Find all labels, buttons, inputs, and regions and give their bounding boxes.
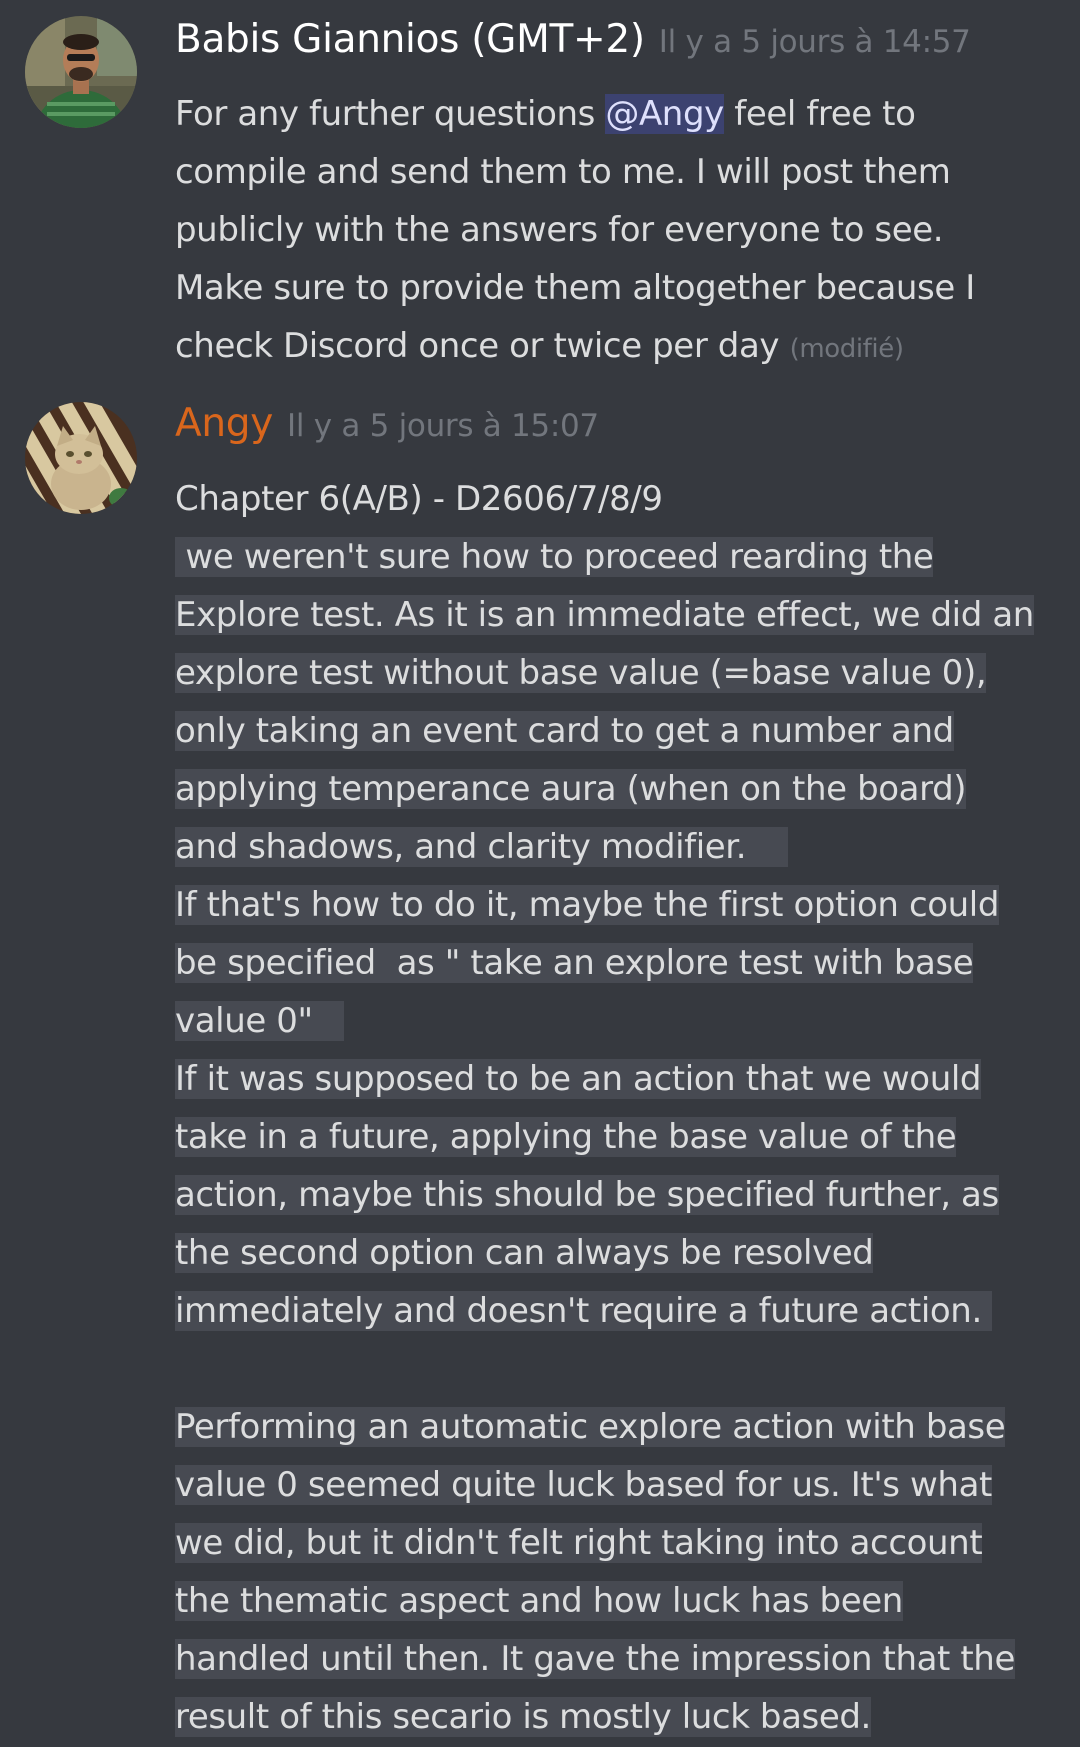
message-line: the thematic aspect and how luck has bee… xyxy=(175,1572,1055,1630)
timestamp[interactable]: Il y a 5 jours à 15:07 xyxy=(287,408,599,444)
message-line: Explore test. As it is an immediate effe… xyxy=(175,586,1055,644)
message-line: If it was supposed to be an action that … xyxy=(175,1050,1055,1108)
selected-text: If it was supposed to be an action that … xyxy=(175,1059,982,1099)
message-line: Performing an automatic explore action w… xyxy=(175,1398,1055,1456)
message-line: Make sure to provide them altogether bec… xyxy=(175,268,975,308)
selected-text: Explore test. As it is an immediate effe… xyxy=(175,595,1034,635)
message-header: Angy Il y a 5 jours à 15:07 xyxy=(175,401,599,446)
selected-text: the second option can always be resolved xyxy=(175,1233,874,1273)
selected-text: If that's how to do it, maybe the first … xyxy=(175,885,1000,925)
selected-text: action, maybe this should be specified f… xyxy=(175,1175,999,1215)
message-line: explore test without base value (=base v… xyxy=(175,644,1055,702)
selected-text: and shadows, and clarity modifier. xyxy=(175,827,747,867)
message-line: applying temperance aura (when on the bo… xyxy=(175,760,1055,818)
message-line: take in a future, applying the base valu… xyxy=(175,1108,1055,1166)
edited-label: (modifié) xyxy=(789,334,904,364)
selected-text: immediately and doesn't require a future… xyxy=(175,1291,982,1331)
selected-text: we weren't sure how to proceed rearding … xyxy=(175,537,934,577)
selected-text: result of this secario is mostly luck ba… xyxy=(175,1697,871,1737)
selection-tail xyxy=(746,827,788,867)
username[interactable]: Babis Giannios (GMT+2) xyxy=(175,17,645,62)
text-segment: check Discord once or twice per day xyxy=(175,326,780,366)
user-photo-man-icon xyxy=(25,16,137,128)
timestamp[interactable]: Il y a 5 jours à 14:57 xyxy=(659,24,971,60)
selected-text: only taking an event card to get a numbe… xyxy=(175,711,954,751)
message-line: we did, but it didn't felt right taking … xyxy=(175,1514,1055,1572)
message-line: only taking an event card to get a numbe… xyxy=(175,702,1055,760)
selected-text: the thematic aspect and how luck has bee… xyxy=(175,1581,903,1621)
avatar-angy[interactable] xyxy=(25,402,137,514)
message-line: If that's how to do it, maybe the first … xyxy=(175,876,1055,934)
message-line: check Discord once or twice per day (mod… xyxy=(175,317,1055,375)
text-segment: For any further questions xyxy=(175,94,606,134)
selected-text: be specified as " take an explore test w… xyxy=(175,943,974,983)
message-line: Chapter 6(A/B) - D2606/7/8/9 xyxy=(175,470,1055,528)
message-line: and shadows, and clarity modifier. xyxy=(175,818,1055,876)
selected-text: Performing an automatic explore action w… xyxy=(175,1407,1006,1447)
message-line: immediately and doesn't require a future… xyxy=(175,1282,1055,1340)
selected-text: applying temperance aura (when on the bo… xyxy=(175,769,967,809)
text-segment: feel free to xyxy=(723,94,916,134)
message-content: Chapter 6(A/B) - D2606/7/8/9 we weren't … xyxy=(175,470,1055,1746)
selection-tail xyxy=(981,1291,993,1331)
message-line: compile and send them to me. I will post… xyxy=(175,152,951,192)
message-line: action, maybe this should be specified f… xyxy=(175,1166,1055,1224)
selected-text: we did, but it didn't felt right taking … xyxy=(175,1523,983,1563)
message-line: we weren't sure how to proceed rearding … xyxy=(175,528,1055,586)
message-line: be specified as " take an explore test w… xyxy=(175,934,1055,992)
selected-text: handled until then. It gave the impressi… xyxy=(175,1639,1015,1679)
user-mention[interactable]: @Angy xyxy=(605,94,724,134)
message-line: publicly with the answers for everyone t… xyxy=(175,210,944,250)
selected-text: value 0 seemed quite luck based for us. … xyxy=(175,1465,992,1505)
avatar-babis[interactable] xyxy=(25,16,137,128)
selection-tail xyxy=(312,1001,344,1041)
username[interactable]: Angy xyxy=(175,401,273,446)
message-line: value 0" xyxy=(175,992,1055,1050)
message-header: Babis Giannios (GMT+2) Il y a 5 jours à 1… xyxy=(175,17,971,62)
message-content: For any further questions @Angy feel fre… xyxy=(175,85,1055,375)
message-line: result of this secario is mostly luck ba… xyxy=(175,1688,1055,1746)
selected-text: value 0" xyxy=(175,1001,313,1041)
message-line: For any further questions @Angy feel fre… xyxy=(175,85,1055,143)
selected-text: explore test without base value (=base v… xyxy=(175,653,987,693)
selected-text: take in a future, applying the base valu… xyxy=(175,1117,957,1157)
text-segment: Chapter 6(A/B) - D2606/7/8/9 xyxy=(175,479,663,519)
message-line: the second option can always be resolved xyxy=(175,1224,1055,1282)
message-line: handled until then. It gave the impressi… xyxy=(175,1630,1055,1688)
message-line: value 0 seemed quite luck based for us. … xyxy=(175,1456,1055,1514)
user-photo-cat-icon xyxy=(25,402,137,514)
message-line xyxy=(175,1340,1055,1398)
